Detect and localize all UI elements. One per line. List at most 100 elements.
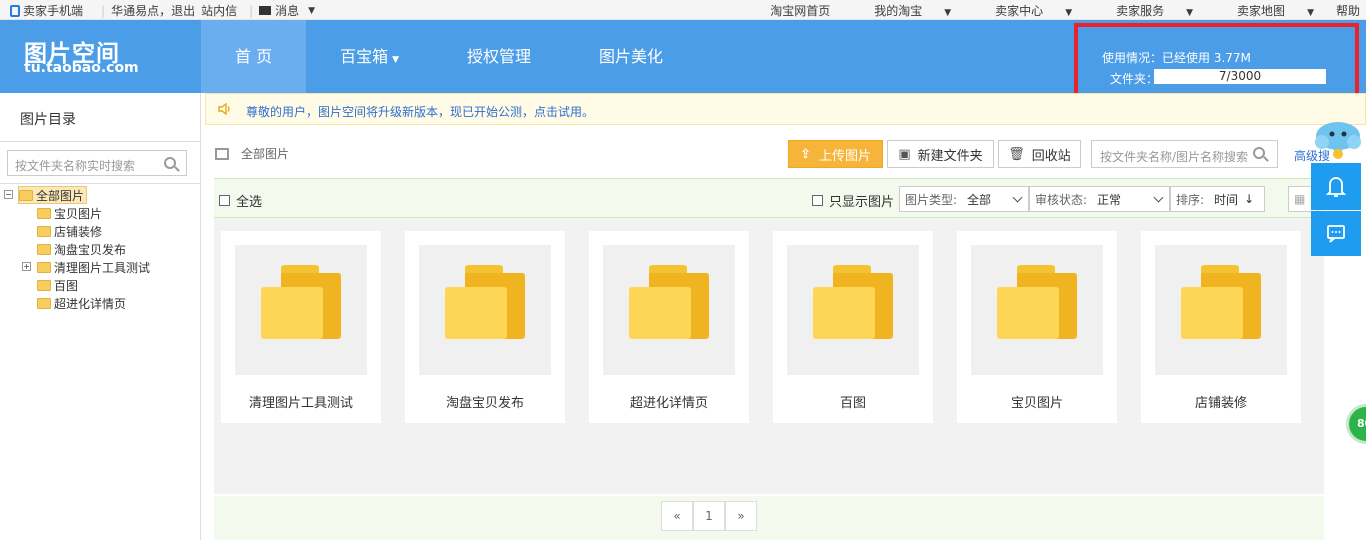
review-status-value: 正常 xyxy=(1097,192,1122,207)
divider xyxy=(0,183,200,184)
folder-search-placeholder: 按文件夹名称实时搜索 xyxy=(15,159,136,173)
folder-icon xyxy=(997,265,1077,339)
grid-view-icon: ▦ xyxy=(1294,192,1306,206)
tree-item[interactable]: 百图 xyxy=(37,276,78,294)
seller-map-menu[interactable]: 卖家地图 ▼ xyxy=(1215,2,1314,19)
folder-search-input[interactable]: 按文件夹名称实时搜索 xyxy=(7,150,187,176)
review-status-select[interactable]: 审核状态: 正常 xyxy=(1029,186,1170,212)
tree-item[interactable]: 超进化详情页 xyxy=(37,294,126,312)
recycle-bin-button[interactable]: 🗑 回收站 xyxy=(998,140,1081,168)
new-folder-button[interactable]: ▣ 新建文件夹 xyxy=(887,140,994,168)
search-icon[interactable] xyxy=(1253,147,1265,159)
checkbox-icon xyxy=(219,195,230,206)
logo-domain: tu.taobao.com xyxy=(24,60,139,76)
tree-item-label: 清理图片工具测试 xyxy=(54,260,151,275)
inbox-link[interactable]: 站内信 xyxy=(201,2,237,19)
nav-toolbox[interactable]: 百宝箱 ▼ xyxy=(306,20,433,93)
help-link[interactable]: 帮助 xyxy=(1336,2,1360,19)
bell-icon xyxy=(1325,177,1347,197)
nav-auth[interactable]: 授权管理 xyxy=(433,20,565,93)
chevron-down-icon xyxy=(1012,192,1023,203)
caret-down-icon: ▼ xyxy=(308,5,316,16)
logo[interactable]: 图片空间 tu.taobao.com xyxy=(0,20,201,93)
new-folder-label: 新建文件夹 xyxy=(917,148,983,164)
filter-bar: 全选 只显示图片 图片类型: 全部 审核状态: 正常 排序: 时间 ↓ ▦ xyxy=(214,178,1324,218)
only-images-checkbox[interactable]: 只显示图片 xyxy=(812,191,894,210)
notice-banner[interactable]: 尊敬的用户，图片空间将升级新版本，现已开始公测，点击试用。 xyxy=(205,93,1366,125)
tree-item[interactable]: 宝贝图片 xyxy=(37,204,102,222)
speaker-icon xyxy=(218,103,230,115)
caret-down-icon: ▼ xyxy=(944,8,952,18)
tree-item-label: 超进化详情页 xyxy=(54,296,127,311)
folder-card[interactable]: 淘盘宝贝发布 xyxy=(405,231,565,423)
folder-thumbnail xyxy=(603,245,735,375)
folder-icon xyxy=(37,243,51,255)
tree-item-label: 淘盘宝贝发布 xyxy=(54,242,127,257)
checkbox-icon xyxy=(812,195,823,206)
breadcrumb-all[interactable]: 全部图片 xyxy=(241,145,289,162)
folder-thumbnail xyxy=(787,245,919,375)
divider: | xyxy=(101,3,106,18)
nav-home[interactable]: 首 页 xyxy=(201,20,307,93)
folder-icon xyxy=(37,225,51,237)
notifications-button[interactable] xyxy=(1311,163,1361,210)
pagination: « 1 » xyxy=(214,496,1324,540)
feedback-button[interactable] xyxy=(1311,211,1361,256)
divider xyxy=(0,141,200,142)
image-type-select[interactable]: 图片类型: 全部 xyxy=(899,186,1029,212)
search-icon[interactable] xyxy=(164,157,176,169)
folder-card[interactable]: 宝贝图片 xyxy=(957,231,1117,423)
collapse-icon[interactable]: − xyxy=(4,190,13,199)
tree-item-root[interactable]: 全部图片 xyxy=(18,186,88,204)
folder-thumbnail xyxy=(419,245,551,375)
my-taobao-menu[interactable]: 我的淘宝 ▼ xyxy=(852,2,951,19)
user-link[interactable]: 华通易点，退出 xyxy=(111,2,195,19)
mascot-icon[interactable] xyxy=(1310,118,1366,163)
sort-select[interactable]: 排序: 时间 ↓ xyxy=(1170,186,1265,212)
image-icon xyxy=(215,147,229,160)
tree-item-label: 店铺装修 xyxy=(54,224,103,239)
caret-down-icon: ▼ xyxy=(1186,8,1194,18)
taobao-home-link[interactable]: 淘宝网首页 xyxy=(770,2,830,19)
seller-service-label: 卖家服务 xyxy=(1116,4,1165,18)
folder-card[interactable]: 超进化详情页 xyxy=(589,231,749,423)
folder-card[interactable]: 店铺装修 xyxy=(1141,231,1301,423)
image-search-input[interactable]: 按文件夹名称/图片名称搜索 xyxy=(1091,140,1278,168)
tree-item-label: 全部图片 xyxy=(36,188,85,203)
upload-label: 上传图片 xyxy=(818,148,871,164)
tree-item[interactable]: 店铺装修 xyxy=(37,222,102,240)
directory-sidebar: 图片目录 按文件夹名称实时搜索 − 全部图片 宝贝图片 店铺装修 淘盘宝贝发布 … xyxy=(0,93,201,540)
tree-item[interactable]: 淘盘宝贝发布 xyxy=(37,240,126,258)
image-type-value: 全部 xyxy=(967,192,992,207)
chevron-down-icon xyxy=(1153,192,1164,203)
tree-item-label: 宝贝图片 xyxy=(54,206,103,221)
page-1-button[interactable]: 1 xyxy=(693,501,725,531)
arrow-down-icon: ↓ xyxy=(1244,192,1255,206)
app-header: 图片空间 tu.taobao.com 首 页 百宝箱 ▼ 授权管理 图片美化 使用… xyxy=(0,20,1366,105)
tree-item-label: 百图 xyxy=(54,278,79,293)
folder-name: 店铺装修 xyxy=(1194,396,1247,411)
folder-usage-count: 7/3000 xyxy=(1218,69,1262,83)
folder-thumbnail xyxy=(235,245,367,375)
folder-card[interactable]: 百图 xyxy=(773,231,933,423)
notice-text[interactable]: 尊敬的用户，图片空间将升级新版本，现已开始公测，点击试用。 xyxy=(246,103,594,120)
seller-center-menu[interactable]: 卖家中心 ▼ xyxy=(973,2,1072,19)
messages-menu[interactable]: 消息 ▼ xyxy=(259,2,321,19)
caret-down-icon: ▼ xyxy=(392,55,400,65)
expand-icon[interactable]: + xyxy=(22,262,31,271)
tree-item[interactable]: 清理图片工具测试 xyxy=(37,258,150,276)
folder-name: 清理图片工具测试 xyxy=(248,396,353,411)
sidebar-title: 图片目录 xyxy=(20,112,76,128)
nav-beautify[interactable]: 图片美化 xyxy=(565,20,697,93)
select-all-checkbox[interactable]: 全选 xyxy=(219,191,262,210)
mobile-link[interactable]: 卖家手机端 xyxy=(10,2,89,19)
my-taobao-label: 我的淘宝 xyxy=(874,4,923,18)
seller-service-menu[interactable]: 卖家服务 ▼ xyxy=(1094,2,1193,19)
review-status-label: 审核状态: xyxy=(1035,192,1088,207)
folder-name: 百图 xyxy=(839,396,866,411)
folder-icon xyxy=(261,265,341,339)
prev-page-button[interactable]: « xyxy=(661,501,693,531)
next-page-button[interactable]: » xyxy=(725,501,757,531)
upload-button[interactable]: ⇪ 上传图片 xyxy=(788,140,883,168)
folder-card[interactable]: 清理图片工具测试 xyxy=(221,231,381,423)
